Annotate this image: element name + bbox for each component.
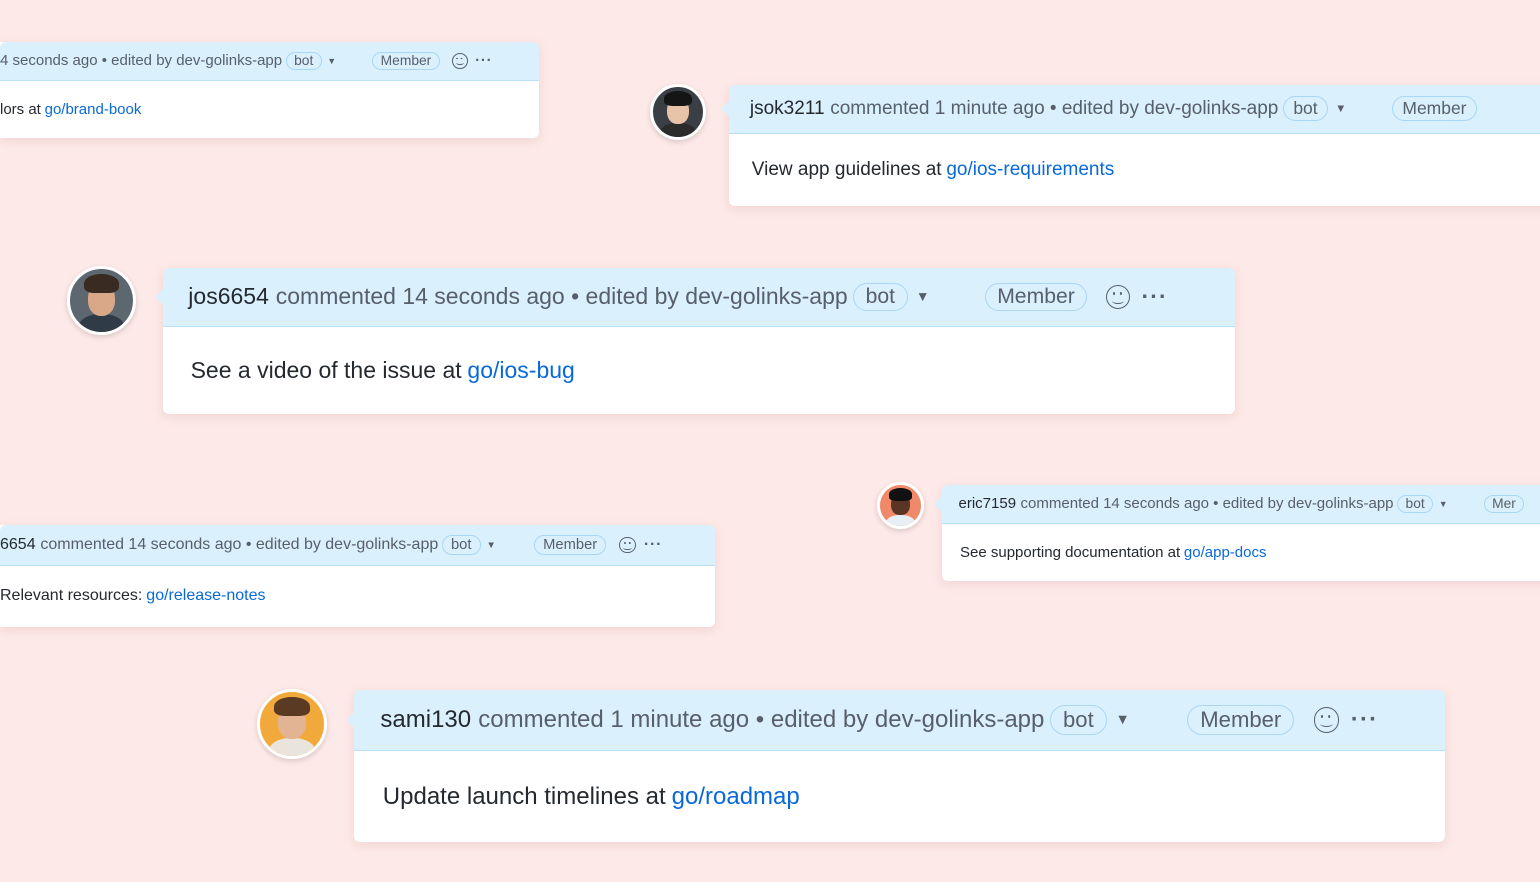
member-badge: Member xyxy=(534,535,607,555)
bot-badge: bot xyxy=(441,535,481,555)
add-reaction-icon[interactable] xyxy=(451,52,468,69)
caret-down-icon[interactable]: ▼ xyxy=(916,289,930,304)
golink[interactable]: go/roadmap xyxy=(672,783,800,811)
comment-card: jsok3211 commented 1 minute ago • edited … xyxy=(721,85,1540,206)
speech-arrow xyxy=(346,712,354,728)
comment-header: jos6654 commented 14 seconds ago • edited… xyxy=(163,268,1235,327)
avatar-torso xyxy=(267,738,317,756)
member-badge: Member xyxy=(1391,96,1478,122)
comment-text: Relevant resources: xyxy=(0,587,143,605)
bot-badge: bot xyxy=(1396,494,1434,513)
comment-meta: commented 14 seconds ago • edited by dev… xyxy=(40,536,439,553)
comment-meta: commented 1 minute ago • edited by dev-g… xyxy=(830,97,1279,119)
comment-text: See supporting documentation at xyxy=(960,543,1181,561)
comment-body: See supporting documentation at go/app-do… xyxy=(942,524,1540,581)
avatar[interactable] xyxy=(67,266,136,335)
more-options-icon[interactable]: ··· xyxy=(1141,283,1167,310)
comment-header: jsok3211 commented 1 minute ago • edited … xyxy=(729,85,1540,134)
comment-header: eric7159 commented 14 seconds ago • edite… xyxy=(942,485,1540,524)
comment-meta: commented 14 seconds ago • edited by dev… xyxy=(1020,495,1394,513)
avatar-hair xyxy=(664,91,692,106)
golink[interactable]: go/brand-book xyxy=(45,101,142,118)
comment-meta: 4 seconds ago • edited by dev-golinks-ap… xyxy=(0,52,283,70)
speech-arrow xyxy=(721,100,729,117)
member-badge: Mer xyxy=(1483,494,1525,513)
avatar[interactable] xyxy=(257,689,327,759)
comment-header: 6654 commented 14 seconds ago • edited by… xyxy=(0,525,715,566)
comment-author-link[interactable]: eric7159 xyxy=(959,495,1017,512)
avatar-hair xyxy=(83,274,120,293)
avatar-torso xyxy=(659,123,697,137)
speech-arrow xyxy=(155,288,163,305)
avatar-hair xyxy=(889,488,912,501)
comment-card: sami130 commented 1 minute ago • edited b… xyxy=(346,690,1445,843)
avatar-torso xyxy=(884,514,917,526)
more-options-icon[interactable]: ··· xyxy=(1351,706,1379,734)
comment-header: sami130 commented 1 minute ago • edited b… xyxy=(354,690,1445,751)
comment-author-link[interactable]: 6654 xyxy=(0,536,36,554)
comment-text: View app guidelines at xyxy=(751,158,942,180)
golink[interactable]: go/ios-requirements xyxy=(946,159,1114,181)
caret-down-icon[interactable]: ▼ xyxy=(1115,712,1129,728)
avatar[interactable] xyxy=(877,482,924,529)
caret-down-icon[interactable]: ▼ xyxy=(1335,103,1346,115)
comment-author-link[interactable]: jos6654 xyxy=(188,283,269,310)
comment-header: 4 seconds ago • edited by dev-golinks-ap… xyxy=(0,42,539,81)
comment-card: 6654 commented 14 seconds ago • edited by… xyxy=(0,525,715,627)
comment-body: Update launch timelines at go/roadmap xyxy=(354,751,1445,842)
bot-badge: bot xyxy=(852,282,908,311)
comment-text: See a video of the issue at xyxy=(190,356,462,383)
comment-body: View app guidelines at go/ios-requirement… xyxy=(729,134,1540,206)
add-reaction-icon[interactable] xyxy=(1313,707,1339,733)
comment-card: jos6654 commented 14 seconds ago • edited… xyxy=(155,268,1235,414)
more-options-icon[interactable]: ··· xyxy=(644,536,662,554)
avatar[interactable] xyxy=(650,84,706,140)
more-options-icon[interactable]: ··· xyxy=(475,52,492,69)
caret-down-icon[interactable]: ▼ xyxy=(486,540,496,551)
bot-badge: bot xyxy=(285,51,322,70)
comment-author-link[interactable]: jsok3211 xyxy=(750,98,825,120)
speech-arrow xyxy=(934,495,942,512)
comment-body: See a video of the issue at go/ios-bug xyxy=(163,327,1235,414)
comment-text: Update launch timelines at xyxy=(382,782,666,810)
bot-badge: bot xyxy=(1282,96,1329,122)
comment-text: lors at xyxy=(0,100,41,118)
comment-meta: commented 1 minute ago • edited by dev-g… xyxy=(478,706,1045,733)
caret-down-icon[interactable]: ▼ xyxy=(1439,499,1448,509)
comment-card: 4 seconds ago • edited by dev-golinks-ap… xyxy=(0,42,539,138)
member-badge: Member xyxy=(372,51,440,70)
comment-meta: commented 14 seconds ago • edited by dev… xyxy=(275,283,848,310)
golink[interactable]: go/ios-bug xyxy=(467,357,574,384)
comment-body: lors at go/brand-book xyxy=(0,81,539,138)
member-badge: Member xyxy=(984,282,1088,311)
golink[interactable]: go/app-docs xyxy=(1184,544,1267,561)
golink[interactable]: go/release-notes xyxy=(146,587,265,605)
caret-down-icon[interactable]: ▼ xyxy=(327,56,336,66)
avatar-torso xyxy=(77,314,126,332)
bot-badge: bot xyxy=(1049,704,1107,736)
add-reaction-icon[interactable] xyxy=(1105,284,1130,309)
avatar-hair xyxy=(274,697,310,717)
comment-body: Relevant resources: go/release-notes xyxy=(0,566,715,627)
comment-author-link[interactable]: sami130 xyxy=(380,706,471,734)
add-reaction-icon[interactable] xyxy=(619,536,636,554)
member-badge: Member xyxy=(1187,704,1295,736)
comment-card: eric7159 commented 14 seconds ago • edite… xyxy=(934,485,1540,581)
